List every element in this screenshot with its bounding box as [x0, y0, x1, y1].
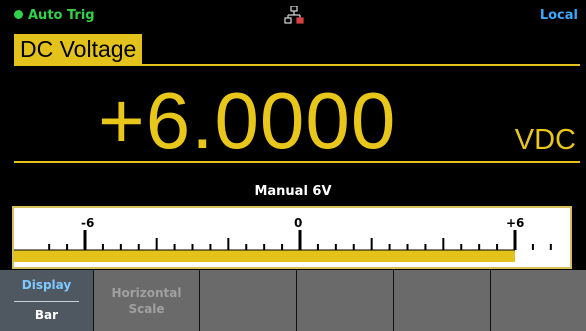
- divider: [14, 161, 580, 163]
- horizontal-scale-label-line2: Scale: [128, 302, 165, 316]
- softkey-empty[interactable]: [200, 270, 297, 331]
- bar-graph: -6 0 +6: [12, 206, 572, 269]
- softkey-empty[interactable]: [394, 270, 491, 331]
- remote-local-status: Local: [539, 8, 578, 23]
- function-label: DC Voltage: [14, 34, 143, 64]
- lan-connected-icon: [284, 6, 304, 24]
- softkey-empty[interactable]: [491, 270, 586, 331]
- trigger-indicator-icon: [14, 10, 23, 19]
- bar-scale: [14, 230, 552, 262]
- multimeter-screen: Auto Trig Local DC Voltage +6.0000 VDC M…: [0, 0, 586, 331]
- bar-fill: [14, 250, 515, 262]
- display-softkey-value: Bar: [34, 308, 59, 322]
- softkey-empty[interactable]: [297, 270, 394, 331]
- divider: [14, 64, 580, 66]
- display-softkey-label: Display: [21, 278, 72, 292]
- trigger-status: Auto Trig: [14, 8, 95, 23]
- measurement-unit: VDC: [514, 124, 576, 156]
- horizontal-scale-softkey[interactable]: Horizontal Scale: [94, 270, 200, 331]
- softkey-bar: Display Bar Horizontal Scale: [0, 270, 586, 331]
- range-label: Manual 6V: [254, 184, 332, 199]
- divider: [14, 301, 79, 302]
- horizontal-scale-label-line1: Horizontal: [111, 286, 182, 300]
- measurement-reading: +6.0000: [98, 76, 397, 165]
- horizontal-scale-label: Horizontal Scale: [94, 285, 199, 317]
- trigger-label: Auto Trig: [28, 8, 95, 23]
- status-bar: Auto Trig Local: [0, 0, 586, 30]
- display-softkey[interactable]: Display Bar: [0, 270, 94, 331]
